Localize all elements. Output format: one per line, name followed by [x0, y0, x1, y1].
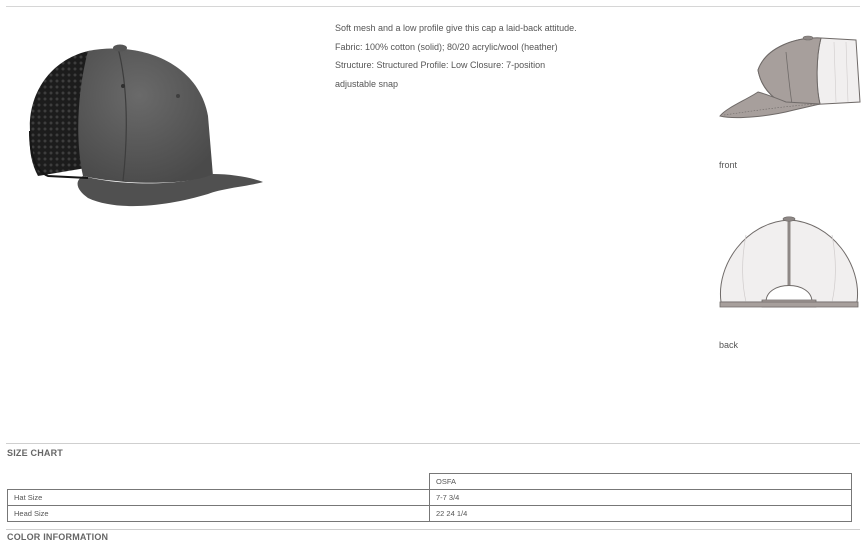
size-chart-title: SIZE CHART — [7, 448, 63, 458]
back-view-thumbnail[interactable] — [716, 210, 862, 315]
size-chart-row-value: 22 24 1/4 — [429, 505, 852, 522]
size-chart-row: Hat Size 7-7 3/4 — [7, 489, 852, 506]
size-chart-row-label: Head Size — [7, 505, 430, 522]
description-line: Structure: Structured Profile: Low Closu… — [335, 60, 546, 70]
description-line: Fabric: 100% cotton (solid); 80/20 acryl… — [335, 41, 558, 52]
size-chart-corner — [8, 474, 430, 490]
front-view-thumbnail[interactable] — [716, 32, 862, 132]
size-chart-row: Head Size 22 24 1/4 — [7, 505, 852, 522]
cap-photo-image — [29, 44, 263, 207]
color-info-divider — [6, 529, 860, 530]
size-chart-column-header: OSFA — [429, 473, 852, 490]
size-chart-table: OSFA Hat Size 7-7 3/4 Head Size 22 24 1/… — [7, 473, 852, 522]
color-information-title: COLOR INFORMATION — [7, 532, 109, 542]
product-description: Soft mesh and a low profile give this ca… — [335, 19, 675, 93]
description-line: Soft mesh and a low profile give this ca… — [335, 23, 577, 33]
description-line: adjustable snap — [335, 78, 399, 89]
front-view-label: front — [719, 160, 738, 170]
size-chart-header-row: OSFA — [8, 473, 852, 490]
back-view-label: back — [719, 340, 739, 350]
size-chart-divider — [6, 443, 860, 444]
size-chart-row-value: 7-7 3/4 — [429, 489, 852, 506]
size-chart-row-label: Hat Size — [7, 489, 430, 506]
top-divider — [6, 6, 860, 7]
